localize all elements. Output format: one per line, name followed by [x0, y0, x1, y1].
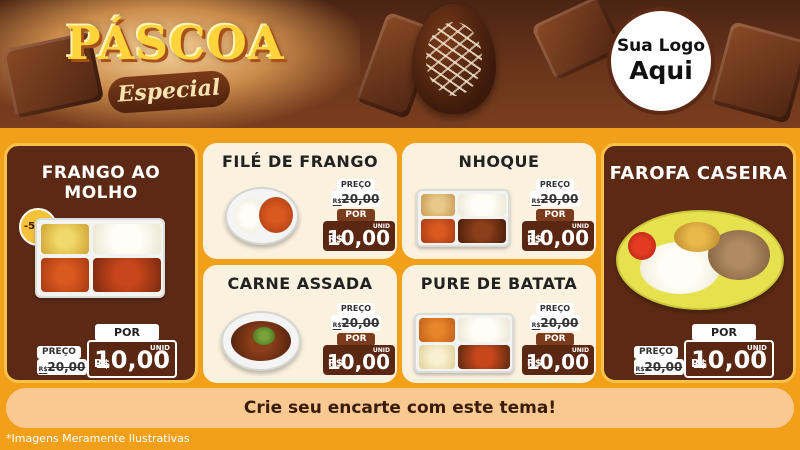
food-image: [221, 311, 301, 371]
price-tag: PREÇO R$20,00 POR R$ UNID 10,00: [323, 303, 395, 377]
product-name: CARNE ASSADA: [227, 274, 373, 293]
old-price: R$20,00: [530, 191, 580, 207]
product-card-frango-ao-molho[interactable]: FRANGO AO MOLHO -50% POR PREÇO R$20,00 R…: [4, 143, 198, 383]
old-price: R$20,00: [331, 315, 381, 331]
food-image: [416, 189, 510, 247]
disclaimer-text: *Imagens Meramente Ilustrativas: [6, 432, 190, 445]
new-price: R$ UNID 10,00: [323, 221, 395, 251]
product-card-farofa-caseira[interactable]: FAROFA CASEIRA POR PREÇO R$20,00 R$ UNID…: [601, 143, 796, 383]
product-card-file-de-frango[interactable]: FILÉ DE FRANGO PREÇO R$20,00 POR R$ UNID…: [203, 143, 397, 259]
food-image: [35, 218, 165, 298]
food-image: [225, 187, 299, 245]
old-price: R$20,00: [530, 315, 580, 331]
logo-line1: Sua Logo: [616, 36, 706, 56]
product-name: PURE DE BATATA: [420, 274, 578, 293]
price-tag: PREÇO R$20,00 POR R$ UNID 10,00: [522, 303, 594, 377]
new-price: R$ UNID 10,00: [522, 345, 594, 375]
old-price: R$20,00: [331, 191, 381, 207]
product-card-nhoque[interactable]: NHOQUE PREÇO R$20,00 POR R$ UNID 10,00: [402, 143, 596, 259]
new-price: R$ UNID 10,00: [87, 340, 177, 378]
price-tag: POR PREÇO R$20,00 R$ UNID 10,00: [37, 324, 177, 380]
por-label: POR: [692, 324, 756, 341]
preco-label: PREÇO: [536, 179, 574, 191]
product-name: NHOQUE: [458, 152, 540, 171]
product-name: FILÉ DE FRANGO: [221, 152, 379, 171]
title-pascoa: PÁSCOA: [66, 16, 285, 70]
logo-placeholder[interactable]: Sua Logo Aqui: [607, 7, 715, 115]
product-card-carne-assada[interactable]: CARNE ASSADA PREÇO R$20,00 POR R$ UNID 1…: [203, 265, 397, 383]
price-tag: POR PREÇO R$20,00 R$ UNID 10,00: [634, 324, 774, 380]
easter-egg-image: [412, 4, 496, 114]
preco-label: PREÇO: [634, 346, 678, 359]
preco-label: PREÇO: [536, 303, 574, 315]
product-name: FRANGO AO MOLHO: [41, 163, 161, 203]
preco-label: PREÇO: [37, 346, 81, 359]
price-tag: PREÇO R$20,00 POR R$ UNID 10,00: [522, 179, 594, 253]
new-price: R$ UNID 10,00: [522, 221, 594, 251]
new-price: R$ UNID 10,00: [323, 345, 395, 375]
old-price: R$20,00: [37, 359, 87, 375]
por-label: POR: [95, 324, 159, 341]
chocolate-piece-image: [710, 21, 800, 124]
product-name: FAROFA CASEIRA: [609, 163, 788, 184]
logo-line2: Aqui: [629, 56, 693, 85]
food-image: [414, 313, 514, 373]
product-card-pure-de-batata[interactable]: PURE DE BATATA PREÇO R$20,00 POR R$ UNID…: [402, 265, 596, 383]
price-tag: PREÇO R$20,00 POR R$ UNID 10,00: [323, 179, 395, 253]
new-price: R$ UNID 10,00: [684, 340, 774, 378]
preco-label: PREÇO: [337, 303, 375, 315]
old-price: R$20,00: [634, 359, 684, 375]
cta-banner[interactable]: Crie seu encarte com este tema!: [6, 388, 794, 428]
food-image: [616, 210, 784, 310]
preco-label: PREÇO: [337, 179, 375, 191]
header-band: PÁSCOA Especial Sua Logo Aqui: [0, 0, 800, 128]
